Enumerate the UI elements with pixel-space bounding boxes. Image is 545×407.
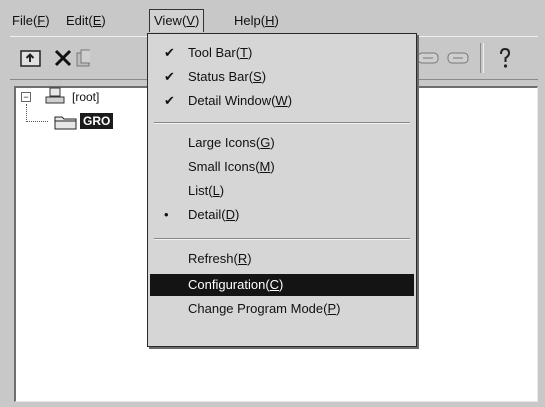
view-button-1[interactable] xyxy=(414,45,442,71)
menu-item-text: Detail Window( xyxy=(188,93,276,108)
menu-item-key: R xyxy=(237,251,248,266)
menu-file-text: File( xyxy=(12,13,38,28)
menu-item-close: ) xyxy=(261,69,267,84)
menu-item-refresh[interactable]: Refresh(R) xyxy=(152,248,414,270)
menu-item-close: ) xyxy=(270,135,275,150)
tree-node-group[interactable]: GRO xyxy=(80,113,114,129)
menu-item-label: Tool Bar(T) xyxy=(188,44,252,62)
menu-item-text: Change Program Mode( xyxy=(188,301,328,316)
menu-edit-close: ) xyxy=(101,13,106,28)
menu-item-text: List( xyxy=(188,183,213,198)
menu-item-configuration[interactable]: Configuration(C) xyxy=(150,274,414,296)
folder-icon xyxy=(54,116,77,130)
menu-item-list[interactable]: List(L) xyxy=(152,180,414,202)
menu-item-close: ) xyxy=(219,183,225,198)
copy-icon xyxy=(76,49,90,67)
menu-item-label: Status Bar(S) xyxy=(188,68,266,86)
menu-item-text: Small Icons( xyxy=(188,159,260,174)
menu-item-key: D xyxy=(225,207,235,222)
menu-item-small-icons[interactable]: Small Icons(M) xyxy=(152,156,414,178)
menu-separator xyxy=(154,238,410,240)
menu-item-label: Detail Window(W) xyxy=(188,92,292,110)
check-icon: ✔ xyxy=(164,45,175,60)
menu-item-text: Configuration( xyxy=(188,277,270,292)
menu-item-key: W xyxy=(275,93,288,108)
radio-bullet-icon: • xyxy=(164,207,169,222)
menu-view-text: View( xyxy=(154,13,187,28)
menu-item-key: C xyxy=(269,277,280,292)
view-icon xyxy=(447,52,469,64)
menu-edit[interactable]: Edit(E) xyxy=(62,11,110,31)
menu-item-close: ) xyxy=(247,45,253,60)
menu-file[interactable]: File(F) xyxy=(8,11,54,31)
menu-item-text: Tool Bar( xyxy=(188,45,241,60)
computer-icon xyxy=(45,87,65,104)
menu-item-close: ) xyxy=(336,301,341,316)
menu-view[interactable]: View(V) xyxy=(149,9,205,32)
view-button-2[interactable] xyxy=(444,45,472,71)
menu-item-text: Status Bar( xyxy=(188,69,254,84)
menu-item-close: ) xyxy=(234,207,240,222)
menu-bar: File(F) Edit(E) View(V) Help(H) xyxy=(8,8,538,32)
menu-item-text: Large Icons( xyxy=(188,135,261,150)
check-icon: ✔ xyxy=(164,69,175,84)
menu-item-label: Refresh(R) xyxy=(188,250,252,268)
menu-help-close: ) xyxy=(274,13,279,28)
tree-node-root[interactable]: [root] xyxy=(72,90,99,104)
menu-separator xyxy=(154,122,410,124)
menu-item-label: Small Icons(M) xyxy=(188,158,275,176)
menu-item-close: ) xyxy=(279,277,284,292)
menu-item-change-program-mode[interactable]: Change Program Mode(P) xyxy=(152,298,414,320)
menu-help-text: Help( xyxy=(234,13,266,28)
copy-button[interactable] xyxy=(74,45,90,71)
menu-item-tool-bar[interactable]: ✔ Tool Bar(T) xyxy=(152,42,414,64)
menu-item-large-icons[interactable]: Large Icons(G) xyxy=(152,132,414,154)
menu-item-status-bar[interactable]: ✔ Status Bar(S) xyxy=(152,66,414,88)
tree-connector xyxy=(26,121,48,122)
menu-item-close: ) xyxy=(270,159,275,174)
help-button[interactable] xyxy=(490,45,520,71)
menu-help[interactable]: Help(H) xyxy=(230,11,283,31)
tree-connector xyxy=(26,104,27,122)
menu-item-key: L xyxy=(212,183,220,198)
menu-item-label: Detail(D) xyxy=(188,206,239,224)
menu-view-close: ) xyxy=(194,13,200,28)
view-dropdown-menu: ✔ Tool Bar(T) ✔ Status Bar(S) ✔ Detail W… xyxy=(147,33,417,347)
application-window: File(F) Edit(E) View(V) Help(H) − [root]… xyxy=(0,0,545,407)
view-icon xyxy=(417,52,439,64)
menu-item-label: Change Program Mode(P) xyxy=(188,300,340,318)
menu-edit-text: Edit( xyxy=(66,13,93,28)
menu-item-key: P xyxy=(327,301,337,316)
menu-item-close: ) xyxy=(247,251,252,266)
menu-item-label: Configuration(C) xyxy=(188,276,283,294)
check-icon: ✔ xyxy=(164,93,175,108)
menu-item-label: List(L) xyxy=(188,182,224,200)
menu-item-label: Large Icons(G) xyxy=(188,134,275,152)
menu-view-key: V xyxy=(186,13,195,28)
up-folder-icon xyxy=(20,50,41,67)
collapse-toggle[interactable]: − xyxy=(21,92,31,102)
menu-item-key: T xyxy=(240,45,248,60)
delete-icon xyxy=(54,49,72,67)
menu-file-close: ) xyxy=(45,13,50,28)
toolbar-separator xyxy=(480,43,484,73)
up-folder-button[interactable] xyxy=(16,45,46,71)
help-icon xyxy=(500,47,511,68)
menu-item-close: ) xyxy=(287,93,293,108)
menu-item-detail[interactable]: • Detail(D) xyxy=(152,204,414,226)
menu-item-key: G xyxy=(260,135,271,150)
menu-item-text: Refresh( xyxy=(188,251,238,266)
menu-item-detail-window[interactable]: ✔ Detail Window(W) xyxy=(152,90,414,112)
menu-item-key: S xyxy=(253,69,262,84)
menu-item-text: Detail( xyxy=(188,207,226,222)
menu-item-key: M xyxy=(259,159,271,174)
